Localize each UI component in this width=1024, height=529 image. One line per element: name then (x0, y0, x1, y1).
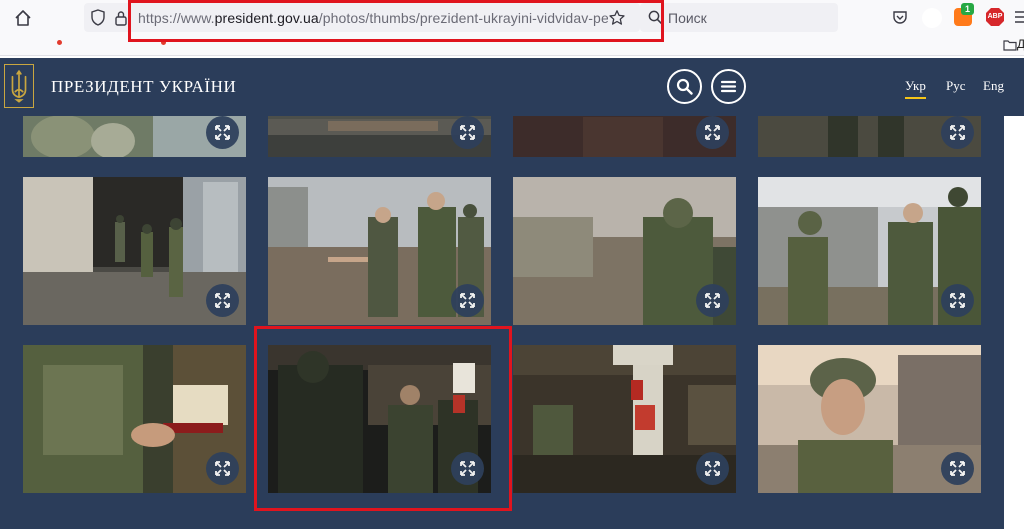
expand-arrows-icon (705, 125, 720, 140)
site-search-button[interactable] (667, 69, 702, 104)
expand-button[interactable] (451, 452, 484, 485)
expand-arrows-icon (705, 461, 720, 476)
photo-president-with-soldiers-on-path[interactable] (268, 177, 491, 325)
expand-button[interactable] (696, 452, 729, 485)
photo-president-in-helmet-portrait[interactable] (758, 345, 981, 493)
language-eng-link[interactable]: Eng (983, 78, 1004, 94)
expand-button[interactable] (941, 452, 974, 485)
site-menu-button[interactable] (711, 69, 746, 104)
expand-arrows-icon (460, 461, 475, 476)
photo-soldier-saluting-in-dugout[interactable] (268, 345, 491, 493)
language-rus-link[interactable]: Рус (946, 78, 966, 94)
expand-arrows-icon (460, 125, 475, 140)
bookmark-favicon[interactable] (57, 40, 62, 45)
site-header: ПРЕЗИДЕНТ УКРАЇНИ Укр Рус Eng (0, 58, 1024, 116)
overflow-menu-icon[interactable] (1015, 10, 1024, 24)
pocket-icon[interactable] (892, 9, 908, 25)
url-prefix: https://www. (138, 10, 215, 26)
search-icon (676, 78, 693, 95)
expand-button[interactable] (941, 284, 974, 317)
expand-button[interactable] (696, 116, 729, 149)
expand-button[interactable] (941, 116, 974, 149)
language-ukr-link[interactable]: Укр (905, 78, 926, 99)
address-bar-url[interactable]: https://www.president.gov.ua/photos/thum… (138, 10, 608, 26)
photo-soldier-back-view-road[interactable] (513, 177, 736, 325)
url-domain: president.gov.ua (214, 10, 319, 26)
expand-button[interactable] (451, 284, 484, 317)
bookmarks-bar: Д (0, 36, 1024, 56)
expand-button[interactable] (206, 284, 239, 317)
photo-dugout-with-christmas-decorations[interactable] (513, 345, 736, 493)
home-icon[interactable] (12, 7, 34, 29)
expand-arrows-icon (460, 293, 475, 308)
extension-badge: 1 (961, 3, 974, 15)
account-avatar[interactable] (922, 8, 942, 28)
expand-button[interactable] (206, 452, 239, 485)
expand-arrows-icon (215, 125, 230, 140)
expand-arrows-icon (215, 293, 230, 308)
photo-award-box-presentation[interactable] (23, 345, 246, 493)
photo-gallery (0, 116, 1004, 529)
bookmark-star-icon[interactable] (608, 9, 626, 27)
expand-button[interactable] (696, 284, 729, 317)
site-title[interactable]: ПРЕЗИДЕНТ УКРАЇНИ (51, 77, 236, 97)
expand-button[interactable] (451, 116, 484, 149)
bookmark-folder-label[interactable]: Д (1017, 37, 1024, 51)
photo-soldiers-trees[interactable] (758, 116, 981, 157)
adblock-label: ABP (987, 13, 1003, 20)
expand-arrows-icon (950, 461, 965, 476)
search-placeholder: Поиск (668, 10, 707, 26)
hamburger-menu-icon (720, 80, 737, 93)
lock-icon[interactable] (114, 10, 128, 26)
photo-soldiers-walking-through-doorway[interactable] (23, 177, 246, 325)
trident-logo-icon[interactable] (4, 64, 34, 108)
address-bar[interactable]: https://www.president.gov.ua/photos/thum… (84, 3, 640, 32)
expand-button[interactable] (206, 116, 239, 149)
photo-trench-walkway[interactable] (268, 116, 491, 157)
photo-dark-trench[interactable] (513, 116, 736, 157)
photo-president-walking-with-officers[interactable] (758, 177, 981, 325)
url-path: /photos/thumbs/prezident-ukrayini-vidvid… (318, 10, 608, 26)
photo-soldiers-camouflage[interactable] (23, 116, 246, 157)
expand-arrows-icon (215, 461, 230, 476)
browser-toolbar: https://www.president.gov.ua/photos/thum… (0, 0, 1024, 36)
folder-icon[interactable] (1003, 39, 1017, 51)
bookmark-favicon[interactable] (161, 40, 166, 45)
shield-icon[interactable] (90, 9, 106, 26)
expand-arrows-icon (950, 293, 965, 308)
search-field[interactable]: Поиск (640, 3, 838, 32)
search-icon (648, 10, 663, 25)
expand-arrows-icon (705, 293, 720, 308)
page-scrollbar[interactable] (1004, 116, 1024, 529)
expand-arrows-icon (950, 125, 965, 140)
